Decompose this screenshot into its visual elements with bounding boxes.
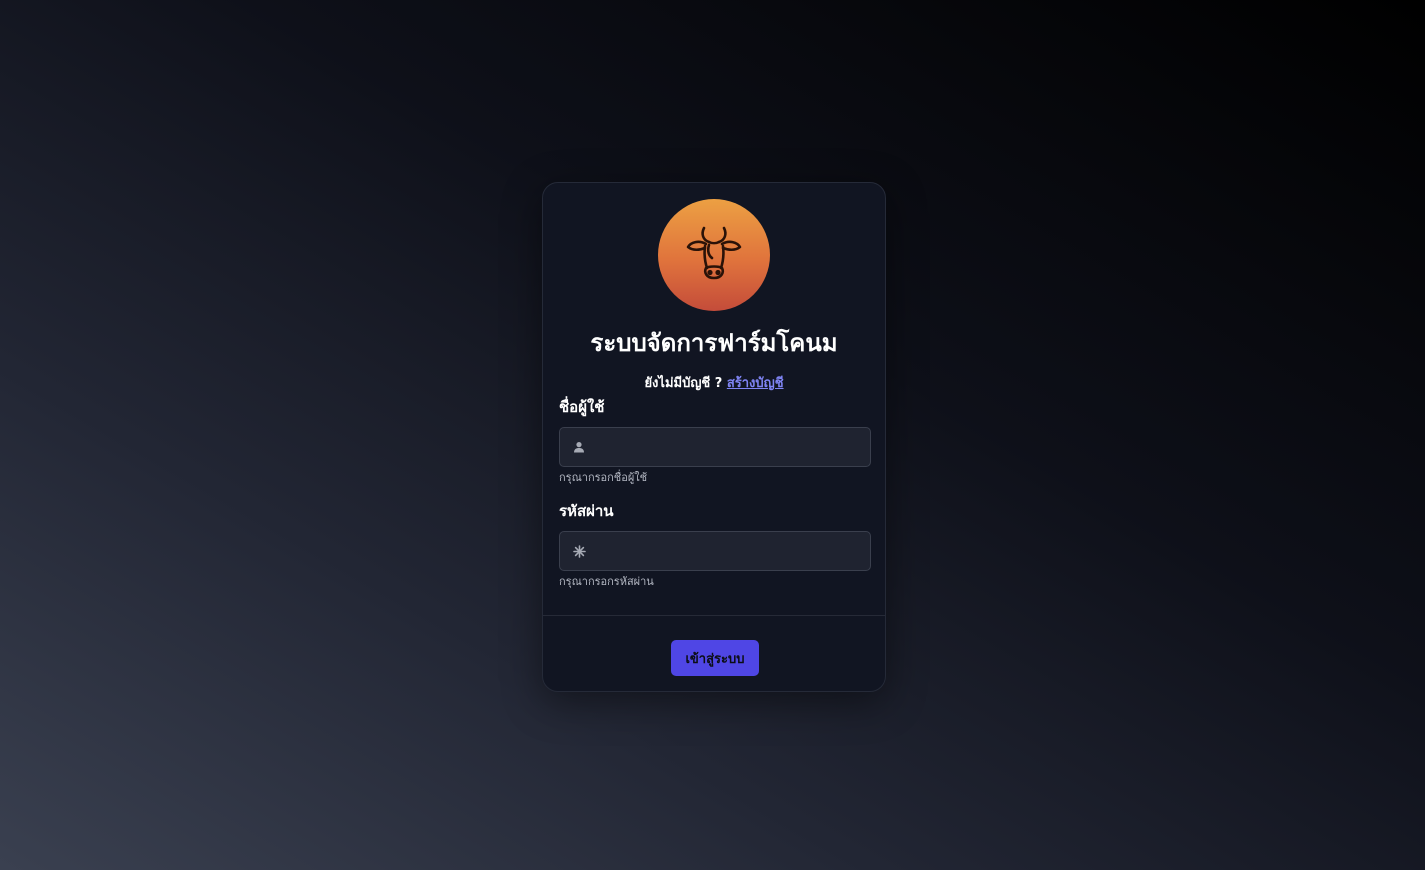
password-input[interactable] — [596, 532, 862, 570]
password-field-wrapper — [559, 531, 871, 571]
username-field-wrapper — [559, 427, 871, 467]
login-card: ระบบจัดการฟาร์มโคนม ยังไม่มีบัญชี ? สร้า… — [542, 182, 886, 692]
create-account-link[interactable]: สร้างบัญชี — [727, 376, 784, 391]
password-label: รหัสผ่าน — [559, 502, 614, 520]
asterisk-icon — [572, 544, 586, 558]
signup-prompt: ยังไม่มีบัญชี ? สร้างบัญชี — [543, 375, 885, 393]
cow-head-icon — [679, 218, 749, 292]
card-divider — [543, 615, 885, 616]
login-button[interactable]: เข้าสู่ระบบ — [671, 640, 759, 676]
logo — [658, 199, 770, 311]
username-helper-text: กรุณากรอกชื่อผู้ใช้ — [559, 471, 648, 484]
username-input[interactable] — [596, 428, 862, 466]
page-title: ระบบจัดการฟาร์มโคนม — [590, 329, 838, 357]
username-label: ชื่อผู้ใช้ — [559, 398, 605, 416]
user-icon — [572, 440, 586, 454]
password-helper-text: กรุณากรอกรหัสผ่าน — [559, 575, 654, 588]
signup-prompt-text: ยังไม่มีบัญชี ? — [644, 376, 723, 391]
